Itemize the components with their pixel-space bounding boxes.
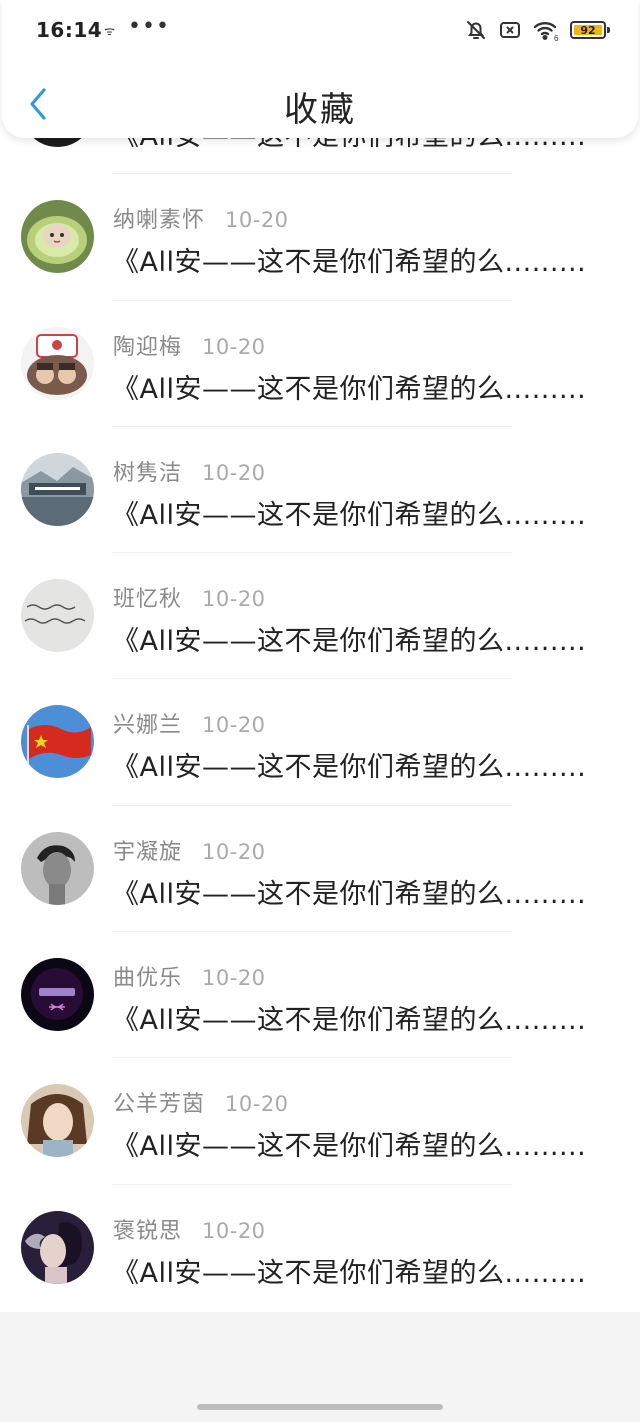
item-meta: 班忆秋 10-20 bbox=[113, 581, 266, 613]
status-bar: 16:14 ᯤ ••• 6 92 bbox=[0, 0, 640, 60]
list-item[interactable]: 班忆秋 10-20 《All安——这不是你们希望的么......... bbox=[0, 553, 640, 680]
item-date: 10-20 bbox=[202, 460, 266, 485]
item-author: 褒锐思 bbox=[113, 1218, 183, 1244]
avatar bbox=[21, 705, 94, 779]
list-item[interactable]: 曲优乐 10-20 《All安——这不是你们希望的么......... bbox=[0, 932, 640, 1059]
item-author: 班忆秋 bbox=[113, 587, 183, 613]
item-date: 10-20 bbox=[202, 966, 266, 991]
item-author: 兴娜兰 bbox=[113, 713, 183, 739]
battery-level: 92 bbox=[574, 24, 602, 37]
item-date: 10-20 bbox=[225, 1092, 289, 1117]
wifi-icon: 6 bbox=[532, 18, 560, 42]
item-meta: 褒锐思 10-20 bbox=[113, 1213, 266, 1245]
list-item[interactable]: 树隽洁 10-20 《All安——这不是你们希望的么......... bbox=[0, 427, 640, 554]
item-title[interactable]: 《All安——这不是你们希望的么......... bbox=[112, 1251, 624, 1290]
item-date: 10-20 bbox=[202, 587, 266, 612]
bell-off-icon bbox=[464, 18, 488, 42]
item-title[interactable]: 《All安——这不是你们希望的么......... bbox=[112, 367, 624, 406]
avatar bbox=[21, 1084, 94, 1158]
avatar bbox=[21, 200, 94, 274]
item-author: 公羊芳茵 bbox=[113, 1092, 206, 1118]
status-notification-icon: ᯤ bbox=[104, 24, 115, 38]
page-title: 收藏 bbox=[284, 90, 356, 130]
item-meta: 曲优乐 10-20 bbox=[113, 960, 266, 992]
item-meta: 宇凝旋 10-20 bbox=[113, 834, 266, 866]
item-title[interactable]: 《All安——这不是你们希望的么......... bbox=[112, 493, 624, 532]
item-meta: 兴娜兰 10-20 bbox=[113, 707, 266, 739]
list-item[interactable]: 公羊芳茵 10-20 《All安——这不是你们希望的么......... bbox=[0, 1058, 640, 1185]
item-title[interactable]: 《All安——这不是你们希望的么......... bbox=[112, 1124, 624, 1163]
item-title[interactable]: 《All安——这不是你们希望的么......... bbox=[112, 745, 624, 784]
battery-icon: 92 bbox=[570, 20, 610, 40]
status-icons: 6 92 bbox=[464, 16, 610, 44]
list-item[interactable]: 褒锐思 10-20 《All安——这不是你们希望的么......... bbox=[0, 1185, 640, 1311]
avatar bbox=[21, 1210, 94, 1284]
list-item[interactable]: 纳喇素怀 10-20 《All安——这不是你们希望的么......... bbox=[0, 174, 640, 301]
more-notifications-icon: ••• bbox=[128, 14, 170, 39]
item-meta: 公羊芳茵 10-20 bbox=[113, 1086, 289, 1118]
item-author: 宇凝旋 bbox=[113, 839, 183, 865]
item-date: 10-20 bbox=[202, 839, 266, 864]
item-author: 树隽洁 bbox=[113, 460, 183, 486]
avatar bbox=[21, 831, 94, 905]
item-author: 陶迎梅 bbox=[113, 334, 183, 360]
item-date: 10-20 bbox=[202, 713, 266, 738]
item-date: 10-20 bbox=[202, 334, 266, 359]
status-time: 16:14 bbox=[36, 18, 103, 42]
item-date: 10-20 bbox=[202, 1218, 266, 1243]
item-title[interactable]: 《All安——这不是你们希望的么......... bbox=[112, 240, 624, 279]
list-item[interactable]: 宇凝旋 10-20 《All安——这不是你们希望的么......... bbox=[0, 806, 640, 933]
list-item[interactable]: 兴娜兰 10-20 《All安——这不是你们希望的么......... bbox=[0, 679, 640, 807]
list-item[interactable]: 陶迎梅 10-20 《All安——这不是你们希望的么......... bbox=[0, 301, 640, 428]
sim-x-icon bbox=[498, 18, 522, 42]
svg-text:6: 6 bbox=[554, 34, 559, 42]
home-indicator[interactable] bbox=[197, 1404, 443, 1410]
item-date: 10-20 bbox=[225, 208, 289, 233]
avatar bbox=[21, 326, 94, 400]
item-title[interactable]: 《All安——这不是你们希望的么......... bbox=[112, 872, 624, 911]
item-title[interactable]: 《All安——这不是你们希望的么......... bbox=[112, 619, 624, 658]
item-meta: 树隽洁 10-20 bbox=[113, 455, 266, 487]
avatar bbox=[21, 579, 94, 653]
favorites-list: 《All安——这不是你们希望的么......... 纳喇素怀 10-20 《Al… bbox=[0, 48, 640, 1311]
item-author: 曲优乐 bbox=[113, 966, 183, 992]
item-meta: 纳喇素怀 10-20 bbox=[113, 202, 289, 234]
item-meta: 陶迎梅 10-20 bbox=[113, 329, 266, 361]
item-author: 纳喇素怀 bbox=[113, 208, 206, 234]
item-title[interactable]: 《All安——这不是你们希望的么......... bbox=[112, 998, 624, 1037]
avatar bbox=[21, 958, 94, 1032]
avatar bbox=[21, 452, 94, 526]
